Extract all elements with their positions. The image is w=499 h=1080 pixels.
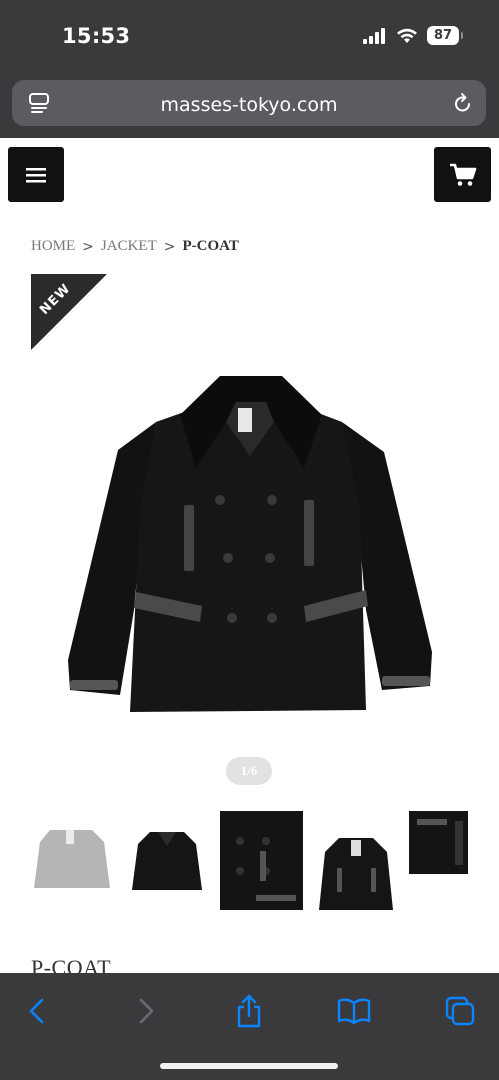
cart-button[interactable]: [434, 147, 491, 202]
thumbnail-2[interactable]: [128, 822, 206, 900]
bookmarks-icon: [337, 998, 371, 1025]
wifi-icon: [397, 28, 417, 43]
forward-button[interactable]: [126, 991, 166, 1031]
product-main-image[interactable]: [60, 360, 440, 730]
breadcrumb-jacket[interactable]: JACKET: [101, 238, 157, 255]
breadcrumb-separator: >: [82, 238, 94, 255]
thumbnail-4-image: [319, 838, 393, 910]
browser-url-area: masses-tokyo.com: [0, 76, 499, 138]
status-icons: 87: [363, 26, 463, 45]
menu-button[interactable]: [8, 147, 64, 202]
breadcrumb-separator: >: [163, 238, 176, 255]
share-icon: [237, 994, 261, 1028]
thumbnail-3-image: [236, 837, 296, 901]
thumbnail-3[interactable]: [220, 811, 303, 910]
breadcrumb-current: P-COAT: [182, 238, 239, 254]
tabs-button[interactable]: [440, 991, 480, 1031]
forward-icon: [139, 998, 154, 1024]
coat-image: [68, 376, 432, 712]
share-button[interactable]: [229, 991, 269, 1031]
new-badge: NEW: [31, 274, 107, 350]
breadcrumb: HOME > JACKET > P-COAT: [31, 238, 239, 255]
thumbnail-1-image: [34, 830, 110, 888]
hamburger-menu-icon: [26, 167, 46, 182]
browser-toolbar: [0, 973, 499, 1080]
thumbnail-2-image: [132, 832, 202, 890]
thumbnail-1[interactable]: [30, 822, 112, 900]
bookmarks-button[interactable]: [334, 991, 374, 1031]
home-indicator: [160, 1063, 338, 1069]
signal-icon: [363, 27, 385, 44]
back-icon: [29, 998, 44, 1024]
status-time: 15:53: [62, 24, 131, 48]
breadcrumb-home[interactable]: HOME: [31, 238, 75, 255]
battery-indicator: 87: [427, 26, 463, 45]
reload-icon[interactable]: [452, 91, 474, 115]
thumbnail-5-image: [417, 819, 463, 865]
thumbnail-4[interactable]: [313, 828, 399, 910]
tabs-icon: [445, 996, 475, 1026]
thumbnail-5[interactable]: [409, 811, 468, 874]
address-bar[interactable]: masses-tokyo.com: [12, 80, 486, 126]
back-button[interactable]: [17, 991, 57, 1031]
shopping-cart-icon: [449, 163, 476, 186]
url-text: masses-tokyo.com: [160, 94, 338, 116]
gallery-page-indicator: 1/6: [226, 757, 272, 785]
status-bar: 15:53 87: [0, 0, 499, 76]
